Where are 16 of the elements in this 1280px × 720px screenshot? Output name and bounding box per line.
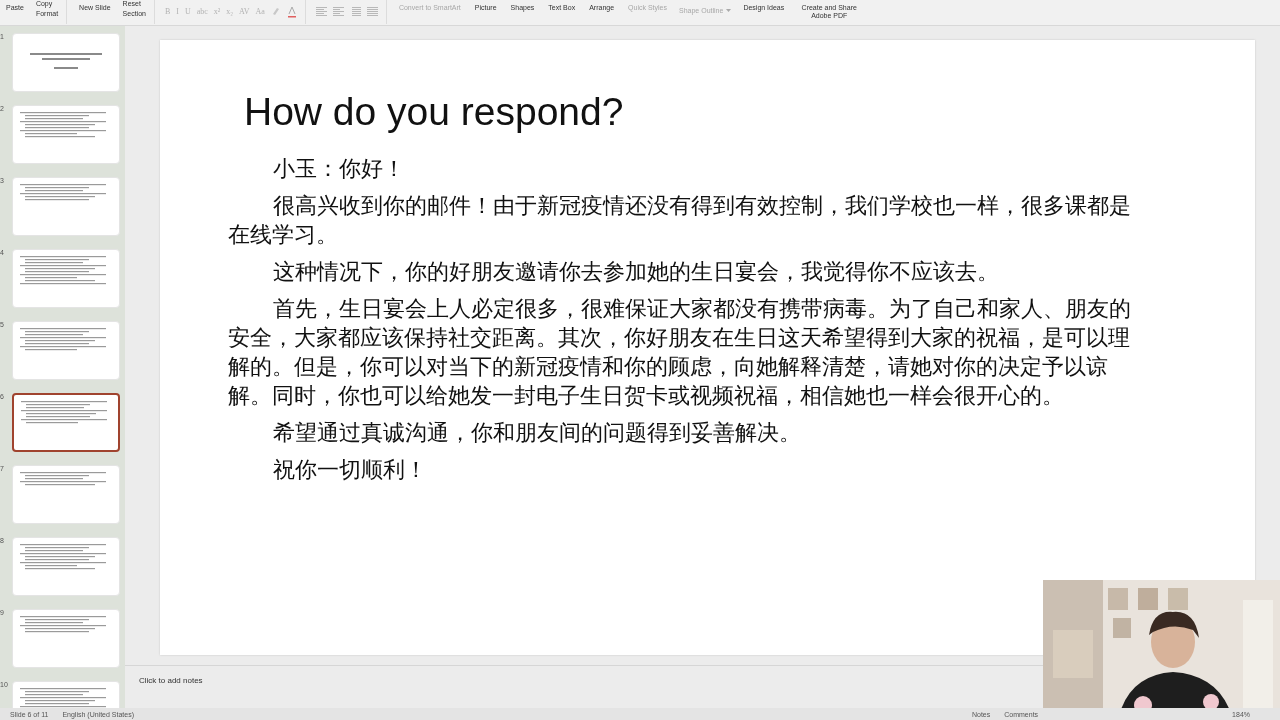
caret-icon [726,9,732,12]
slide-paragraph: 祝你一切顺利！ [271,455,428,484]
align-icon[interactable] [332,7,344,16]
slide-paragraph: 首先，生日宴会上人必定很多，很难保证大家都没有携带病毒。为了自己和家人、朋友的安全，大家都应该保持社交距离。其次，你好朋友在生日这天希望得到大家的祝福，是可以理解的。但是，你可以对当下的新冠疫情和你的顾虑，向她解释清楚，请她对你的决定予以谅解。同时，你也可以给她发一封电子生日贺卡或视频祝福，相信她也一样会很开心的。 [228,294,1132,410]
slide-thumbnail[interactable] [12,393,120,452]
align-icon[interactable] [315,7,327,16]
align-icon[interactable] [349,7,361,16]
slide-title: How do you respond? [244,90,625,134]
align-icon[interactable] [366,7,378,16]
slide-paragraph: 很高兴收到你的邮件！由于新冠疫情还没有得到有效控制，我们学校也一样，很多课都是在线学习。 [228,191,1132,249]
notes-placeholder[interactable]: Click to add notes [139,676,203,685]
font-color-icon[interactable] [286,6,297,18]
slide-paragraph: 希望通过真诚沟通，你和朋友间的问题得到妥善解决。 [271,418,802,447]
slide-paragraph: 这种情况下，你的好朋友邀请你去参加她的生日宴会，我觉得你不应该去。 [271,257,1000,286]
highlighter-icon[interactable] [270,6,281,16]
slide-paragraph: 小玉：你好！ [271,154,406,183]
